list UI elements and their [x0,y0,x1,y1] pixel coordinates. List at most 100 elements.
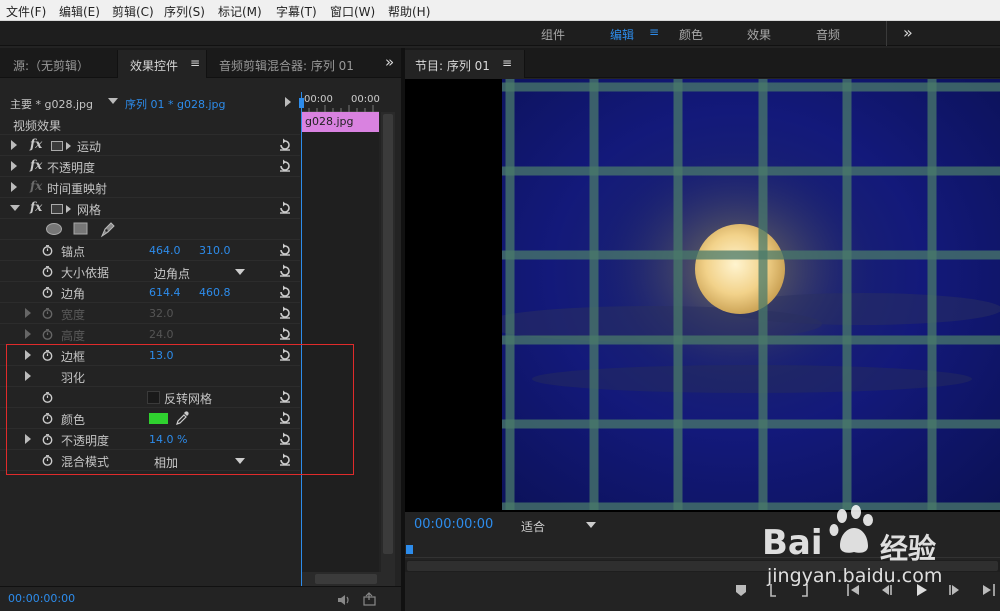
effect-controls-timecode[interactable]: 00:00:00:00 [8,592,75,605]
stopwatch-icon[interactable] [42,266,53,277]
property-row-size-from[interactable]: 大小依据 边角点 [0,261,300,282]
reset-icon[interactable] [278,243,292,257]
corner-y-value[interactable]: 460.8 [199,286,231,299]
expand-triangle-icon[interactable] [11,182,17,192]
workspace-tab-editing[interactable]: 编辑 [610,26,634,43]
fit-value: 适合 [521,520,546,534]
workspace-tab-effects[interactable]: 效果 [747,26,771,43]
size-from-value: 边角点 [154,267,191,281]
fx-badge-icon[interactable]: fx [30,137,42,151]
program-timecode[interactable]: 00:00:00:00 [414,517,493,532]
fit-dropdown[interactable]: 适合 [517,516,601,534]
menu-edit[interactable]: 编辑(E) [59,3,100,20]
tab-effect-controls-label: 效果控件 [130,59,179,73]
workspace-tab-color[interactable]: 颜色 [679,26,703,43]
effect-name-opacity: 不透明度 [47,161,96,175]
rectangle-mask-icon[interactable] [73,222,89,236]
reset-icon[interactable] [278,138,292,152]
program-frame-image [502,79,1000,510]
property-label-size-from: 大小依据 [61,266,110,280]
width-value: 32.0 [149,307,174,320]
timeline-clip-label: g028.jpg [305,115,354,128]
property-row-anchor[interactable]: 锚点 464.0 310.0 [0,240,300,261]
playhead-handle[interactable] [299,98,304,108]
anchor-x-value[interactable]: 464.0 [149,244,181,257]
watermark-jingyan-text: 经验 [880,532,937,565]
audio-solo-icon[interactable] [336,593,352,607]
property-label-anchor: 锚点 [61,245,86,259]
go-to-out-icon[interactable] [981,582,997,598]
program-viewer[interactable] [405,79,1000,512]
menu-sequence[interactable]: 序列(S) [164,3,205,20]
add-marker-icon[interactable] [733,582,749,598]
panel-overflow-icon[interactable]: » [385,53,394,71]
menu-title[interactable]: 字幕(T) [276,3,317,20]
fx-badge-icon: fx [30,179,43,193]
horizontal-scrollbar[interactable] [301,572,395,586]
property-row-width: 宽度 32.0 [0,303,300,324]
tab-source[interactable]: 源:（无剪辑） [13,57,89,74]
menu-clip[interactable]: 剪辑(C) [112,3,154,20]
sequence-clip-label[interactable]: 序列 01 * g028.jpg [125,96,225,112]
stopwatch-icon[interactable] [42,287,53,298]
tab-effect-controls[interactable]: 效果控件 ≡ [117,50,207,78]
mini-timeline-ruler[interactable]: 00:00 00:00 [301,92,380,112]
fx-badge-icon[interactable]: fx [30,158,42,172]
effect-controls-panel: 源:（无剪辑） 效果控件 ≡ 音频剪辑混合器: 序列 01 » 主要 * g02… [0,48,401,611]
panel-menu-icon[interactable]: ≡ [190,56,200,70]
fx-badge-icon[interactable]: fx [30,200,42,214]
workspace-overflow-icon[interactable]: » [903,23,913,42]
menu-window[interactable]: 窗口(W) [330,3,375,20]
left-panel-tabs: 源:（无剪辑） 效果控件 ≡ 音频剪辑混合器: 序列 01 » [0,48,401,78]
annotation-highlight-box [6,344,354,475]
ellipse-mask-icon[interactable] [45,222,63,236]
property-row-corner[interactable]: 边角 614.4 460.8 [0,282,300,303]
stopwatch-icon [42,308,53,319]
tab-program[interactable]: 节目: 序列 01 ≡ [405,50,525,78]
size-from-dropdown[interactable]: 边角点 [150,263,250,281]
expand-triangle-icon[interactable] [11,161,17,171]
menu-help[interactable]: 帮助(H) [388,3,430,20]
stopwatch-icon[interactable] [42,245,53,256]
effect-row-time-remapping[interactable]: fx 时间重映射 [0,177,300,198]
vertical-scroll-thumb[interactable] [383,114,393,554]
menu-marker[interactable]: 标记(M) [218,3,262,20]
program-tabs: 节目: 序列 01 ≡ [405,48,1000,78]
menu-bar: 文件(F) 编辑(E) 剪辑(C) 序列(S) 标记(M) 字幕(T) 窗口(W… [0,0,1000,21]
tab-audio-clip-mixer[interactable]: 音频剪辑混合器: 序列 01 [219,57,354,74]
reset-icon[interactable] [278,327,292,341]
effect-row-motion[interactable]: fx 运动 [0,135,300,156]
workspace-divider [886,21,887,46]
expand-triangle-icon[interactable] [11,140,17,150]
horizontal-scroll-thumb[interactable] [315,574,377,584]
timeline-clip[interactable]: g028.jpg [301,112,379,132]
anchor-y-value[interactable]: 310.0 [199,244,231,257]
workspace-menu-icon[interactable]: ≡ [649,25,659,39]
baidu-jingyan-watermark: Bai 经验 jingyan.baidu.com [762,497,962,597]
effect-row-opacity[interactable]: fx 不透明度 [0,156,300,177]
chevron-down-icon[interactable] [108,98,118,104]
workspace-bar: 组件 编辑 ≡ 颜色 效果 音频 » [0,21,1000,46]
play-triangle-icon[interactable] [285,97,291,107]
reset-icon[interactable] [278,264,292,278]
reset-icon[interactable] [278,159,292,173]
program-playhead[interactable] [406,545,413,554]
workspace-tab-assembly[interactable]: 组件 [541,26,565,43]
pen-mask-icon[interactable] [99,220,117,238]
reset-icon[interactable] [278,306,292,320]
corner-x-value[interactable]: 614.4 [149,286,181,299]
menu-file[interactable]: 文件(F) [6,3,46,20]
arrow-right-icon [66,205,71,213]
reset-icon[interactable] [278,201,292,215]
reset-icon[interactable] [278,285,292,299]
panel-menu-icon[interactable]: ≡ [502,56,512,70]
workspace-tab-audio[interactable]: 音频 [816,26,840,43]
master-clip-label[interactable]: 主要 * g028.jpg [10,96,93,112]
collapse-triangle-icon[interactable] [10,205,20,211]
playhead-line[interactable] [301,92,302,592]
expand-triangle-icon [25,308,31,318]
clip-selector-bar: 主要 * g028.jpg 序列 01 * g028.jpg [0,92,300,114]
export-icon[interactable] [362,592,378,606]
effect-row-grid[interactable]: fx 网格 [0,198,300,219]
vertical-scrollbar[interactable] [381,112,395,572]
